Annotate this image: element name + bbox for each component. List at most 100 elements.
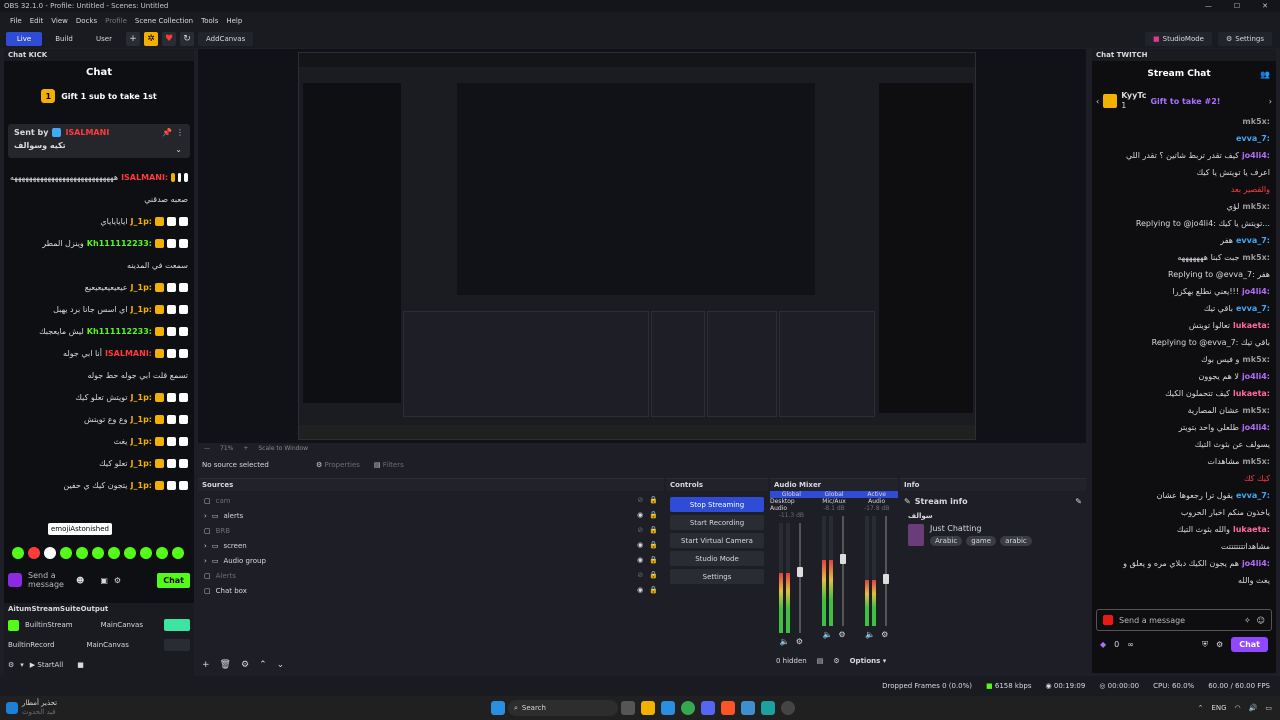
emote-icon[interactable]: [44, 547, 56, 559]
speaker-icon[interactable]: 🔈: [822, 630, 832, 639]
weather-icon[interactable]: [6, 702, 18, 714]
visibility-eye-icon[interactable]: ◉: [637, 556, 643, 564]
menu-scene-collection[interactable]: Scene Collection: [135, 17, 193, 25]
chevron-right-icon[interactable]: ›: [204, 542, 207, 550]
chrome-icon[interactable]: [681, 701, 695, 715]
emoji-icon[interactable]: ☻: [76, 576, 84, 585]
store-icon[interactable]: ▣: [100, 576, 108, 585]
chevron-down-icon[interactable]: ⌄: [175, 145, 182, 154]
more-icon[interactable]: ⋮: [176, 128, 184, 137]
zoom-minus-icon[interactable]: —: [204, 445, 210, 452]
output-toggle-button[interactable]: [164, 639, 190, 651]
twitch-gift-icon[interactable]: ✧: [1244, 616, 1251, 625]
stop-icon[interactable]: ■: [77, 661, 84, 669]
kick-username[interactable]: J_1p:: [131, 437, 152, 446]
start-all-button[interactable]: ▶ StartAll: [30, 661, 63, 669]
speaker-icon[interactable]: 🔈: [780, 637, 790, 646]
stop-streaming-button[interactable]: Stop Streaming: [670, 497, 764, 512]
channel-points-icon[interactable]: ∞: [1127, 640, 1134, 649]
discord-icon[interactable]: [701, 701, 715, 715]
source-item[interactable]: › ▭ alerts ◉ 🔒: [198, 508, 664, 523]
visibility-eye-icon[interactable]: ◉: [637, 586, 643, 594]
lock-icon[interactable]: 🔒: [649, 496, 658, 504]
emote-icon[interactable]: [172, 547, 184, 559]
channel-name[interactable]: Desktop Audio: [770, 498, 813, 512]
menu-edit[interactable]: Edit: [30, 17, 44, 25]
lock-icon[interactable]: 🔒: [649, 586, 658, 594]
volume-fader[interactable]: [882, 516, 889, 626]
app-icon[interactable]: [741, 701, 755, 715]
emote-icon[interactable]: [108, 547, 120, 559]
twitch-send-button[interactable]: Chat: [1231, 637, 1268, 652]
emote-icon[interactable]: [140, 547, 152, 559]
volume-fader[interactable]: [840, 516, 846, 626]
add-source-icon[interactable]: +: [202, 660, 210, 670]
visibility-eye-icon[interactable]: ⊘: [637, 526, 643, 534]
settings-button[interactable]: ⚙ Settings: [1218, 32, 1272, 46]
twitch-username[interactable]: jo4li4:: [1242, 423, 1270, 432]
edge-icon[interactable]: [761, 701, 775, 715]
scale-mode[interactable]: Scale to Window: [258, 445, 308, 452]
lock-icon[interactable]: 🔒: [649, 541, 658, 549]
battery-icon[interactable]: ▭: [1265, 704, 1272, 712]
volume-icon[interactable]: 🔊: [1249, 704, 1258, 712]
emote-icon[interactable]: [92, 547, 104, 559]
kick-username[interactable]: J_1p:: [131, 217, 152, 226]
channel-gear-icon[interactable]: ⚙: [838, 630, 845, 639]
windows-start-icon[interactable]: [491, 701, 505, 715]
emote-icon[interactable]: [12, 547, 24, 559]
emote-icon[interactable]: [124, 547, 136, 559]
kick-message-input[interactable]: Send a message: [28, 571, 70, 589]
twitch-username[interactable]: evva_7:: [1236, 491, 1270, 500]
kick-username[interactable]: J_1p:: [131, 459, 152, 468]
add-canvas-button[interactable]: AddCanvas: [198, 32, 254, 46]
source-item[interactable]: ▢ BRB ⊘ 🔒: [198, 523, 664, 538]
brave-icon[interactable]: [721, 701, 735, 715]
taskbar-search[interactable]: ⌕ Search: [508, 700, 618, 716]
twitch-username[interactable]: lukaeta:: [1233, 525, 1270, 534]
menu-docks[interactable]: Docks: [76, 17, 97, 25]
kick-settings-icon[interactable]: ⚙: [114, 576, 121, 585]
kick-send-button[interactable]: Chat: [157, 572, 190, 588]
kick-username[interactable]: ISALMANI:: [105, 349, 152, 358]
build-tab[interactable]: Build: [46, 32, 82, 46]
settings-control-button[interactable]: Settings: [670, 569, 764, 584]
maximize-icon[interactable]: ☐: [1234, 2, 1240, 10]
kick-username[interactable]: J_1p:: [131, 415, 152, 424]
twitch-username[interactable]: evva_7:: [1236, 304, 1270, 313]
move-up-icon[interactable]: ⌃: [259, 660, 267, 670]
kick-username[interactable]: Kh111112233:: [87, 239, 152, 248]
obs-icon[interactable]: [781, 701, 795, 715]
visibility-eye-icon[interactable]: ◉: [637, 541, 643, 549]
mixer-layout-icon[interactable]: ▤: [817, 657, 824, 665]
wifi-icon[interactable]: ◠: [1235, 704, 1241, 712]
twitch-emoji-icon[interactable]: ☺: [1257, 616, 1265, 625]
visibility-eye-icon[interactable]: ◉: [637, 511, 643, 519]
menu-help[interactable]: Help: [226, 17, 242, 25]
studio-mode-control-button[interactable]: Studio Mode: [670, 551, 764, 566]
source-item[interactable]: ▢ cam ⊘ 🔒: [198, 493, 664, 508]
twitch-username[interactable]: lukaeta:: [1233, 389, 1270, 398]
chevron-right-icon[interactable]: ›: [1269, 97, 1272, 106]
shield-icon[interactable]: ⛨: [1202, 640, 1208, 650]
twitch-username[interactable]: evva_7:: [1236, 134, 1270, 143]
task-view-icon[interactable]: [621, 701, 635, 715]
source-item[interactable]: ▢ Alerts ⊘ 🔒: [198, 568, 664, 583]
mic-icon[interactable]: [8, 573, 22, 587]
kick-username[interactable]: J_1p:: [131, 283, 152, 292]
minimize-icon[interactable]: —: [1205, 2, 1212, 10]
source-item[interactable]: › ▭ Audio group ◉ 🔒: [198, 553, 664, 568]
pinned-message[interactable]: Sent by ISALMANI 📌 ⋮ تكيه وسوالف ⌄: [8, 124, 190, 158]
visibility-eye-icon[interactable]: ⊘: [637, 496, 643, 504]
edit-icon[interactable]: ✎: [1075, 497, 1082, 506]
user-tab[interactable]: User: [86, 32, 122, 46]
mail-icon[interactable]: [661, 701, 675, 715]
output-settings-icon[interactable]: ⚙: [8, 661, 14, 669]
language-indicator[interactable]: ENG: [1211, 704, 1226, 712]
kick-username[interactable]: ISALMANI:: [121, 173, 168, 182]
twitch-username[interactable]: mk5x:: [1242, 406, 1270, 415]
properties-button[interactable]: ⚙ Properties: [316, 461, 360, 469]
lock-icon[interactable]: 🔒: [649, 556, 658, 564]
menu-profile[interactable]: Profile: [105, 17, 127, 25]
channel-gear-icon[interactable]: ⚙: [796, 637, 803, 646]
